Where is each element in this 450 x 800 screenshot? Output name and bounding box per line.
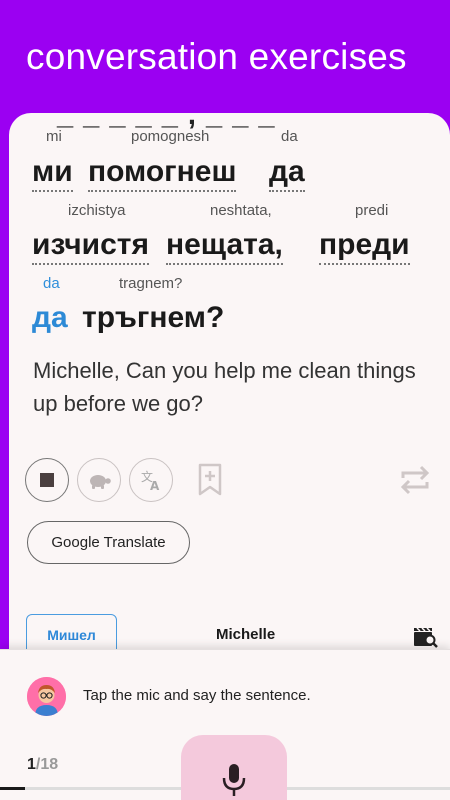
repeat-button[interactable] [395,461,435,499]
google-translate-button[interactable]: Google Translate [27,521,190,564]
word[interactable]: нещата, [166,228,283,265]
translate-icon: 文 A [141,469,160,492]
repeat-icon [400,465,430,495]
transliteration: neshtata, [210,202,272,219]
transliteration: izchistya [68,202,126,219]
transliteration: mi [46,128,62,145]
transliteration-highlighted: da [43,275,60,292]
transliteration: predi [355,202,389,219]
bookmark-add-icon [198,463,222,496]
stop-button[interactable] [25,458,69,502]
stop-icon [40,473,54,487]
video-search-icon [414,627,438,648]
word[interactable]: ми [32,155,73,192]
english-translation: Michelle, Can you help me clean things u… [33,358,416,416]
transliteration: tragnem? [119,275,183,292]
bookmark-add-button[interactable] [195,461,225,499]
translate-button[interactable]: 文 A [129,458,173,502]
instruction-text: Tap the mic and say the sentence. [83,687,311,704]
avatar [27,677,66,716]
bottom-panel: Tap the mic and say the sentence. 1/18 [0,649,450,800]
mic-icon [222,764,246,796]
video-search-button[interactable] [411,624,439,650]
slow-playback-button[interactable] [77,458,121,502]
progress-counter: 1/18 [27,756,58,774]
turtle-icon [90,475,111,489]
transliteration: da [281,128,298,145]
avatar-icon [27,677,66,716]
app-header: conversation exercises [0,0,450,116]
word[interactable]: да [269,155,305,192]
word[interactable]: изчистя [32,228,149,265]
page-title: conversation exercises [26,36,407,77]
transliteration: pomognesh [131,128,210,145]
word-highlighted[interactable]: да [32,301,68,335]
mic-button[interactable] [181,735,287,800]
progress-total: /18 [35,756,59,773]
speaker-name: Michelle [216,626,276,643]
svg-text:A: A [150,479,160,492]
progress-current: 1 [27,756,36,773]
word[interactable]: помогнеш [88,155,237,192]
word[interactable]: преди [319,228,410,265]
word[interactable]: тръгнем? [82,301,224,335]
progress-fill [0,787,26,790]
